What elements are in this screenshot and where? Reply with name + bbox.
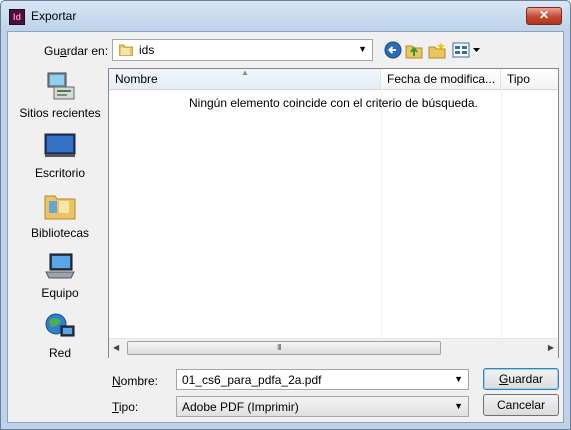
folder-icon xyxy=(119,44,133,56)
save-button[interactable]: Guardar xyxy=(483,368,559,390)
title-bar[interactable]: Id Exportar ✕ xyxy=(1,1,570,31)
place-label: Escritorio xyxy=(34,166,85,180)
chevron-down-icon[interactable]: ▼ xyxy=(454,374,463,384)
column-header-type[interactable]: Tipo xyxy=(501,69,561,89)
filetype-label: Tipo: xyxy=(112,400,139,414)
horizontal-scrollbar[interactable]: ◀ III ▶ xyxy=(109,338,558,358)
filetype-select[interactable]: Adobe PDF (Imprimir) ▼ xyxy=(176,396,469,417)
place-label: Equipo xyxy=(41,286,79,300)
filetype-value: Adobe PDF (Imprimir) xyxy=(182,400,299,414)
filename-value: 01_cs6_para_pdfa_2a.pdf xyxy=(182,373,322,387)
place-label: Bibliotecas xyxy=(30,226,90,240)
back-icon[interactable] xyxy=(384,41,402,59)
look-in-combo[interactable]: ids ▼ xyxy=(112,39,373,61)
scroll-right-icon[interactable]: ▶ xyxy=(548,343,554,352)
file-list-header: Nombre ▲ Fecha de modifica... Tipo xyxy=(109,69,558,90)
cancel-button[interactable]: Cancelar xyxy=(483,394,559,416)
export-dialog: Id Exportar ✕ Guardar en: ids ▼ Sitios r… xyxy=(0,0,571,430)
desktop-icon xyxy=(44,133,76,157)
file-list[interactable]: Nombre ▲ Fecha de modifica... Tipo Ningú… xyxy=(108,68,559,358)
column-header-name[interactable]: Nombre ▲ xyxy=(109,69,381,89)
chevron-down-icon: ▼ xyxy=(358,44,367,54)
scroll-thumb[interactable]: III xyxy=(127,341,441,355)
chevron-down-icon[interactable]: ▼ xyxy=(454,401,463,411)
column-header-date[interactable]: Fecha de modifica... xyxy=(381,69,501,89)
close-button[interactable]: ✕ xyxy=(526,7,562,25)
dialog-body: Guardar en: ids ▼ Sitios recientes Escri… xyxy=(7,31,564,423)
column-divider xyxy=(381,89,382,339)
current-folder-name: ids xyxy=(139,43,155,57)
new-folder-icon[interactable] xyxy=(428,41,446,59)
computer-icon xyxy=(45,253,75,279)
place-network[interactable]: Red xyxy=(14,308,106,364)
up-folder-icon[interactable] xyxy=(405,41,423,59)
libraries-icon xyxy=(44,195,76,220)
places-bar: Sitios recientes Escritorio Bibliotecas xyxy=(14,68,106,360)
look-in-label: Guardar en: xyxy=(44,44,109,58)
column-divider xyxy=(501,89,502,339)
place-computer[interactable]: Equipo xyxy=(14,248,106,304)
indesign-app-icon: Id xyxy=(9,9,25,25)
recent-places-icon xyxy=(47,72,75,100)
place-libraries[interactable]: Bibliotecas xyxy=(14,188,106,244)
filename-field[interactable]: 01_cs6_para_pdfa_2a.pdf ▼ xyxy=(176,369,469,390)
window-title: Exportar xyxy=(31,9,77,23)
network-icon xyxy=(45,313,75,337)
place-desktop[interactable]: Escritorio xyxy=(14,128,106,184)
scroll-grip: III xyxy=(277,343,282,352)
place-recent[interactable]: Sitios recientes xyxy=(14,68,106,124)
place-label: Red xyxy=(48,346,71,360)
view-menu-icon[interactable] xyxy=(452,41,482,59)
place-label: Sitios recientes xyxy=(19,106,101,120)
sort-ascending-icon: ▲ xyxy=(241,69,249,77)
empty-list-message: Ningún elemento coincide con el criterio… xyxy=(189,96,478,110)
scroll-left-icon[interactable]: ◀ xyxy=(113,343,119,352)
filename-label: Nombre: xyxy=(112,374,159,388)
